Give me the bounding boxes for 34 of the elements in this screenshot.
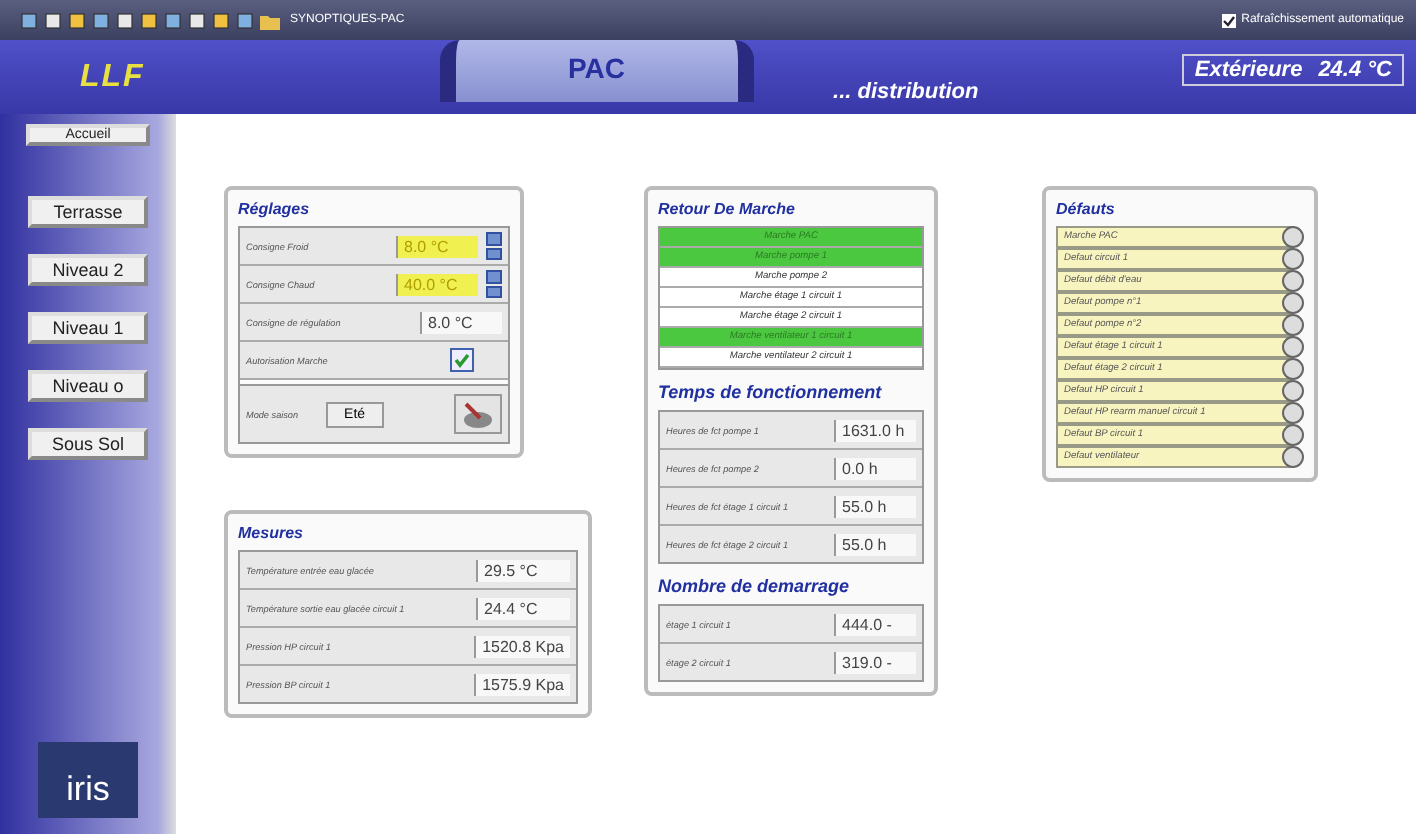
- measure-value: 24.4 °C: [476, 597, 570, 619]
- measure-value: 29.5 °C: [476, 559, 570, 581]
- page-tab[interactable]: PAC: [440, 40, 754, 102]
- nav-button[interactable]: Sous Sol: [28, 428, 148, 460]
- counter-value: 55.0 h: [834, 533, 916, 555]
- nav-button[interactable]: Niveau o: [28, 370, 148, 402]
- counter-value: 0.0 h: [834, 457, 916, 479]
- setting-value: 8.0 °C: [420, 311, 502, 333]
- outdoor-label: Extérieure: [1194, 57, 1303, 81]
- panel-title: Mesures: [238, 524, 305, 542]
- nav-button[interactable]: Niveau 2: [28, 254, 148, 286]
- subtitle: ... distribution: [833, 79, 981, 103]
- counter-value: 444.0 -: [834, 613, 916, 635]
- auto-refresh-checkbox[interactable]: [1221, 13, 1236, 27]
- nav-button[interactable]: Terrasse: [28, 196, 148, 228]
- iris-logo: iris: [38, 742, 138, 818]
- spin-buttons[interactable]: [486, 232, 502, 260]
- outdoor-value: 24.4 °C: [1318, 57, 1392, 81]
- nav-button[interactable]: Niveau 1: [28, 312, 148, 344]
- measure-value: 1520.8 Kpa: [474, 635, 570, 657]
- checkbox[interactable]: [450, 348, 474, 372]
- panel-title: Réglages: [238, 200, 312, 218]
- counter-value: 55.0 h: [834, 495, 916, 517]
- spin-buttons[interactable]: [486, 270, 502, 298]
- section-title: Temps de fonctionnement: [658, 382, 884, 402]
- panel-title: Retour De Marche: [658, 200, 797, 218]
- logo: LLF: [80, 59, 147, 95]
- section-title: Nombre de demarrage: [658, 576, 852, 596]
- measure-value: 1575.9 Kpa: [474, 673, 570, 695]
- counter-value: 319.0 -: [834, 651, 916, 673]
- panel-title: Défauts: [1056, 200, 1117, 218]
- counter-value: 1631.0 h: [834, 419, 916, 441]
- folder-icon: [260, 11, 280, 29]
- dial-icon[interactable]: [454, 394, 502, 434]
